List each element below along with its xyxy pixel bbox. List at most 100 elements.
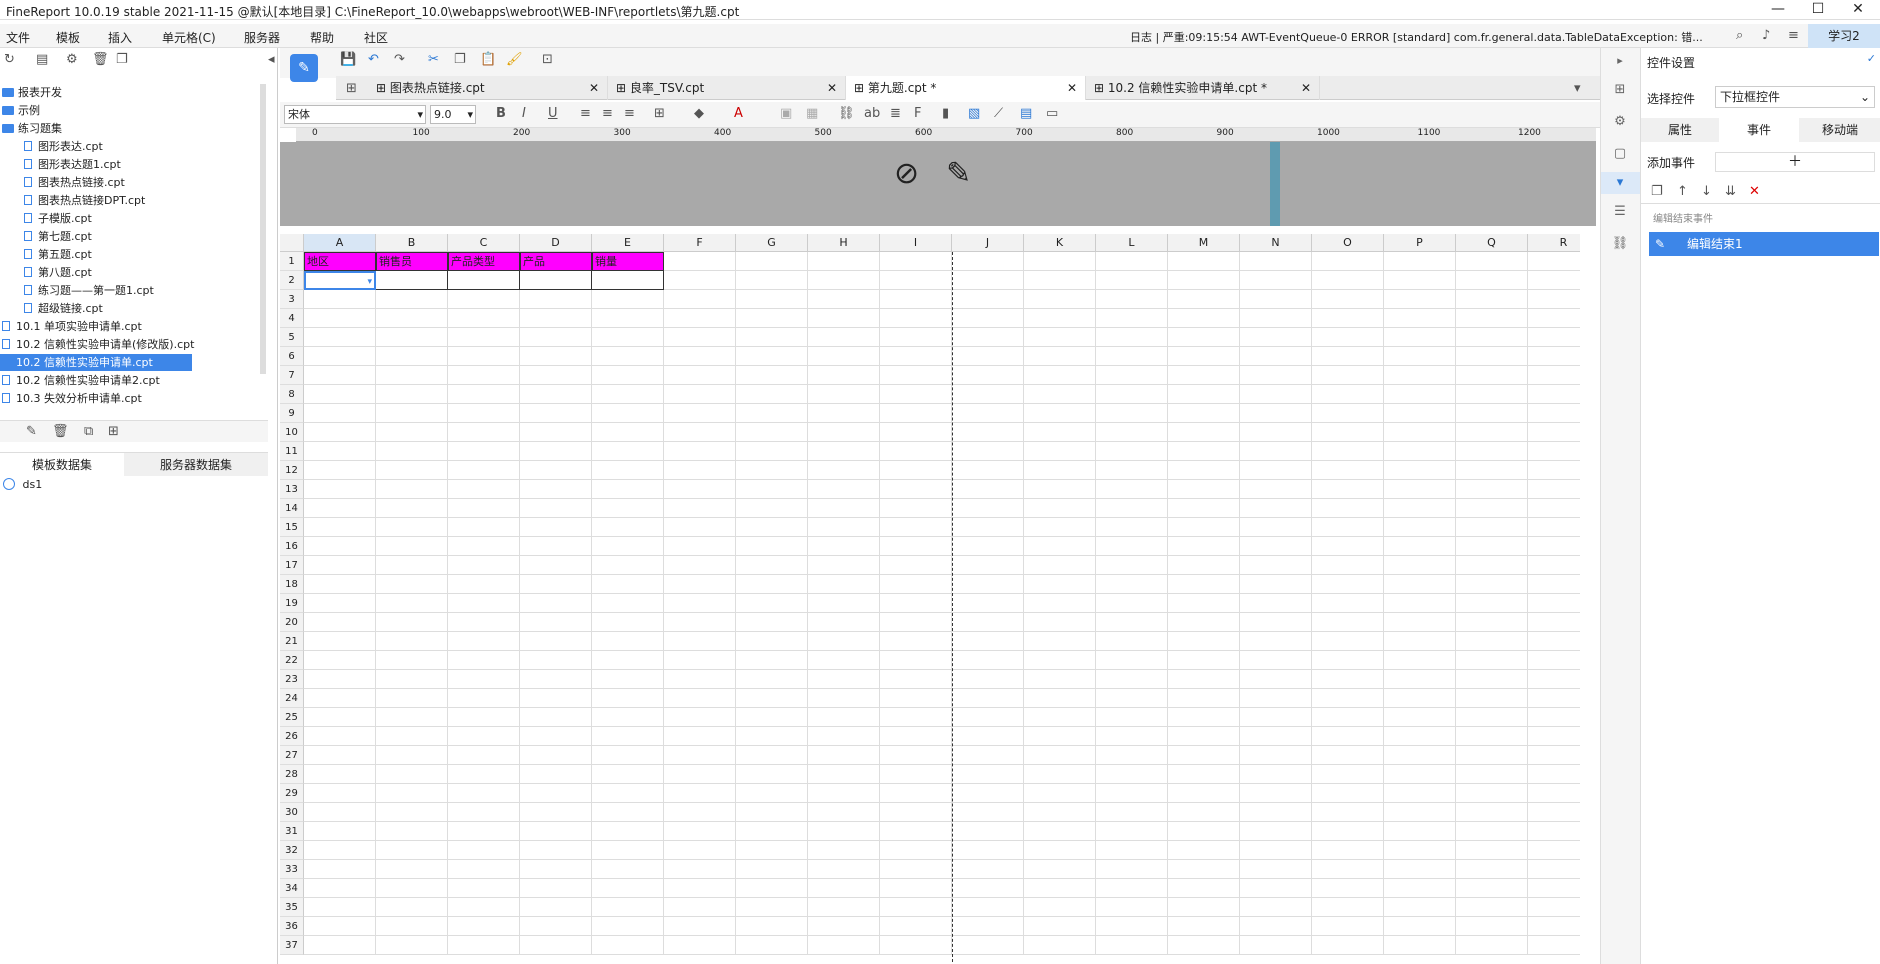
grid-cell[interactable] [736, 784, 808, 803]
grid-cell[interactable] [1456, 499, 1528, 518]
grid-cell[interactable] [520, 765, 592, 784]
grid-cell[interactable] [880, 613, 952, 632]
grid-cell[interactable] [880, 252, 952, 271]
subreport-icon[interactable]: ▤ [1020, 106, 1032, 121]
grid-cell[interactable] [880, 860, 952, 879]
grid-cell[interactable] [664, 746, 736, 765]
grid-cell[interactable] [448, 461, 520, 480]
grid-cell[interactable] [520, 499, 592, 518]
grid-cell[interactable] [1528, 556, 1580, 575]
grid-cell[interactable] [1168, 537, 1240, 556]
tree-item[interactable]: 示例 [0, 102, 250, 119]
grid-cell[interactable] [1384, 442, 1456, 461]
grid-cell[interactable] [1024, 822, 1096, 841]
grid-cell[interactable] [448, 860, 520, 879]
grid-cell[interactable] [448, 575, 520, 594]
grid-cell[interactable] [1096, 803, 1168, 822]
tree-item[interactable]: 10.2 信赖性实验申请单2.cpt [0, 372, 250, 389]
grid-cell[interactable] [664, 917, 736, 936]
grid-cell[interactable] [448, 784, 520, 803]
grid-cell[interactable] [520, 328, 592, 347]
grid-cell[interactable] [1528, 841, 1580, 860]
up-arrow-icon[interactable]: ↑ [1677, 184, 1688, 199]
grid-cell[interactable] [592, 822, 664, 841]
grid-cell[interactable]: 销量 [592, 252, 664, 271]
grid-cell[interactable] [304, 423, 376, 442]
grid-cell[interactable] [1168, 271, 1240, 290]
font-family-select[interactable]: 宋体 ▾ [284, 105, 426, 124]
grid-cell[interactable] [1240, 499, 1312, 518]
grid-cell[interactable] [376, 404, 448, 423]
grid-cell[interactable] [592, 936, 664, 955]
grid-cell[interactable] [952, 898, 1024, 917]
grid-cell[interactable] [664, 632, 736, 651]
grid-cell[interactable] [880, 309, 952, 328]
grid-cell[interactable] [1456, 442, 1528, 461]
grid-cell[interactable] [1024, 347, 1096, 366]
grid-cell[interactable] [1528, 898, 1580, 917]
grid-cell[interactable] [664, 670, 736, 689]
grid-cell[interactable] [1168, 385, 1240, 404]
grid-cell[interactable] [1096, 727, 1168, 746]
grid-cell[interactable] [880, 366, 952, 385]
column-header[interactable]: M [1168, 234, 1240, 252]
grid-cell[interactable] [1168, 252, 1240, 271]
grid-cell[interactable] [1312, 252, 1384, 271]
grid-cell[interactable] [1456, 404, 1528, 423]
grid-cell[interactable] [1312, 765, 1384, 784]
grid-cell[interactable] [448, 556, 520, 575]
grid-cell[interactable] [1528, 290, 1580, 309]
grid-cell[interactable] [376, 670, 448, 689]
grid-cell[interactable] [520, 879, 592, 898]
grid-cell[interactable] [736, 689, 808, 708]
grid-cell[interactable] [736, 860, 808, 879]
tree-item[interactable]: 10.2 信赖性实验申请单(修改版).cpt [0, 336, 250, 353]
grid-cell[interactable] [1240, 689, 1312, 708]
grid-cell[interactable] [1096, 290, 1168, 309]
grid-cell[interactable] [664, 556, 736, 575]
grid-cell[interactable] [592, 784, 664, 803]
grid-cell[interactable] [808, 917, 880, 936]
row-header[interactable]: 34 [280, 879, 304, 898]
column-header[interactable]: I [880, 234, 952, 252]
grid-cell[interactable] [592, 917, 664, 936]
grid-cell[interactable] [1528, 347, 1580, 366]
grid-cell[interactable] [592, 271, 664, 290]
grid-cell[interactable] [1528, 613, 1580, 632]
merge-icon[interactable]: ▣ [780, 106, 792, 121]
grid-cell[interactable] [1168, 936, 1240, 955]
grid-cell[interactable] [304, 727, 376, 746]
grid-cell[interactable] [1096, 670, 1168, 689]
grid-cell[interactable] [1024, 594, 1096, 613]
cut-icon[interactable]: ✂ [428, 52, 439, 67]
grid-cell[interactable] [304, 404, 376, 423]
grid-cell[interactable] [1024, 309, 1096, 328]
grid-cell[interactable] [1312, 347, 1384, 366]
grid-cell[interactable] [520, 461, 592, 480]
grid-cell[interactable] [664, 765, 736, 784]
grid-cell[interactable] [376, 689, 448, 708]
grid-cell[interactable] [1312, 784, 1384, 803]
grid-cell[interactable] [448, 347, 520, 366]
grid-cell[interactable] [304, 860, 376, 879]
file-tab[interactable]: ⊞ 图表热点链接.cpt ✕ [368, 76, 608, 100]
grid-cell[interactable] [1096, 917, 1168, 936]
grid-cell[interactable] [808, 784, 880, 803]
grid-cell[interactable] [1528, 860, 1580, 879]
grid-cell[interactable] [808, 613, 880, 632]
grid-cell[interactable] [304, 898, 376, 917]
grid-cell[interactable] [736, 328, 808, 347]
grid-cell[interactable] [808, 765, 880, 784]
grid-cell[interactable] [1384, 803, 1456, 822]
grid-cell[interactable] [1456, 879, 1528, 898]
grid-cell[interactable] [304, 613, 376, 632]
close-tab-icon[interactable]: ✕ [589, 76, 599, 100]
grid-cell[interactable] [520, 841, 592, 860]
grid-cell[interactable] [1384, 290, 1456, 309]
grid-cell[interactable] [1384, 271, 1456, 290]
grid-cell[interactable] [664, 594, 736, 613]
column-header[interactable]: E [592, 234, 664, 252]
grid-cell[interactable] [1024, 556, 1096, 575]
grid-cell[interactable] [1240, 613, 1312, 632]
grid-cell[interactable] [736, 423, 808, 442]
